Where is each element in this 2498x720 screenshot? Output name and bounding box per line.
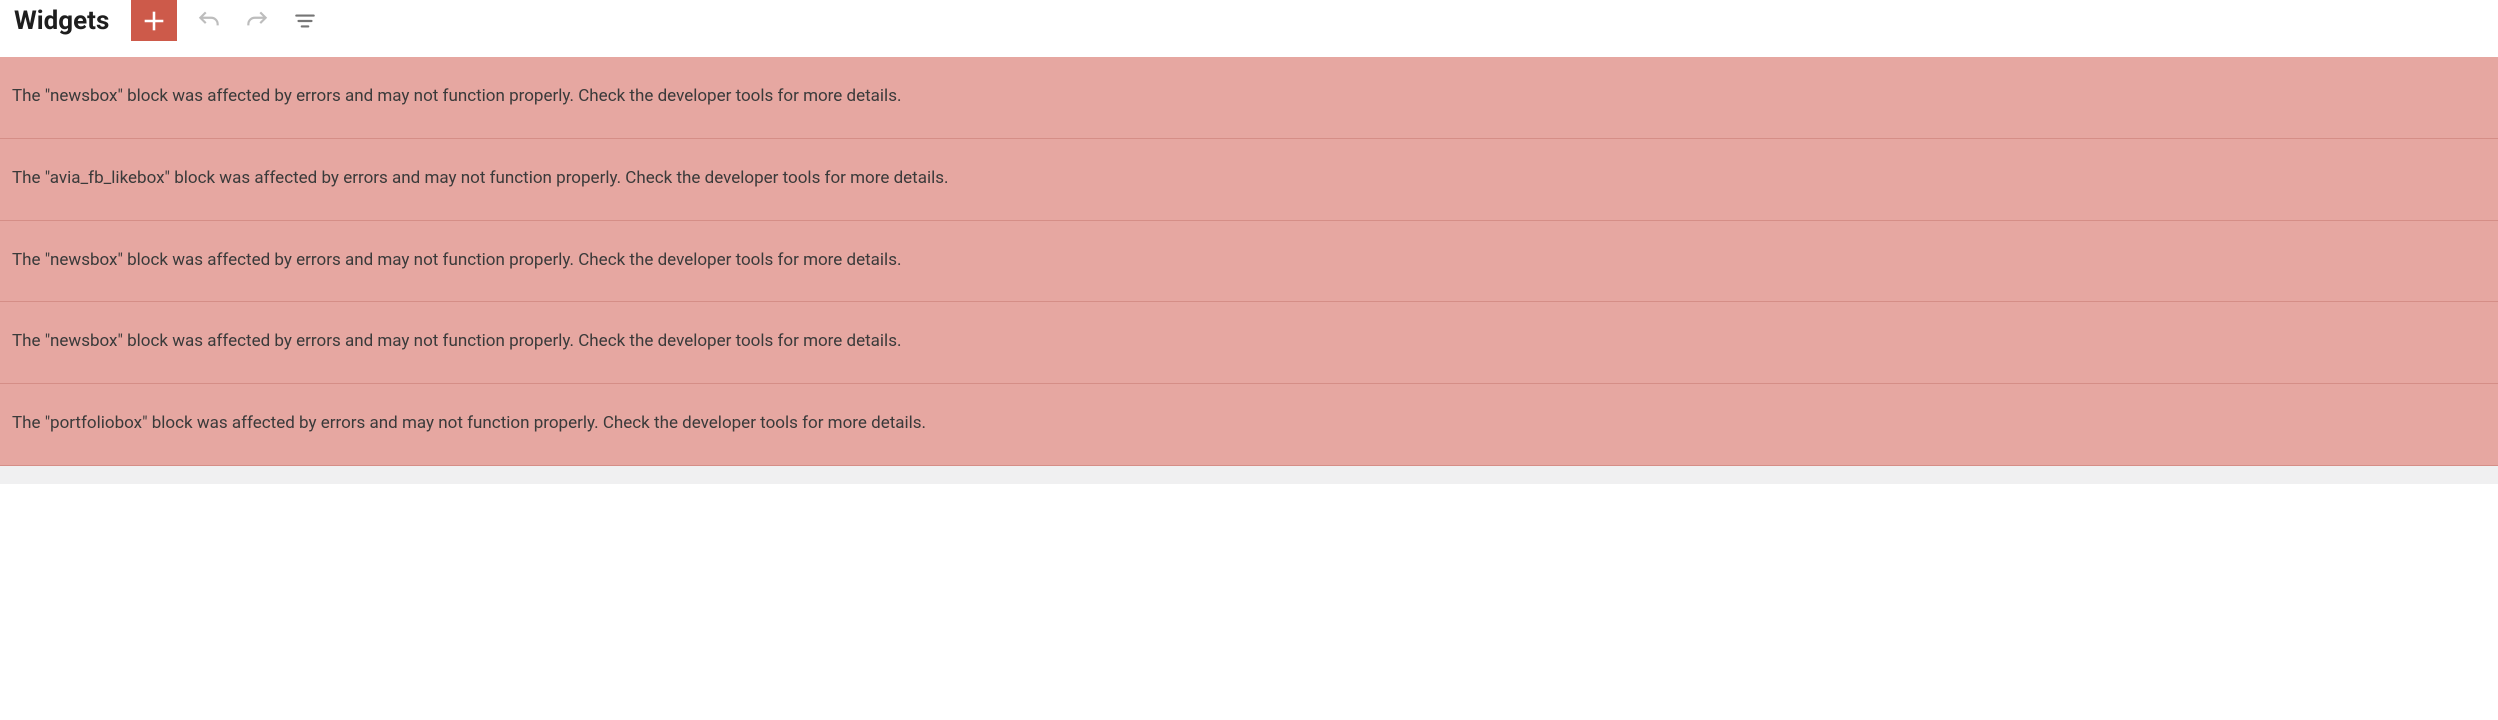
error-notices: The "newsbox" block was affected by erro… xyxy=(0,57,2498,484)
error-message: The "avia_fb_likebox" block was affected… xyxy=(12,168,949,188)
error-notice: The "newsbox" block was affected by erro… xyxy=(0,302,2498,384)
page-title: Widgets xyxy=(14,6,109,36)
error-message: The "newsbox" block was affected by erro… xyxy=(12,331,901,351)
error-message: The "newsbox" block was affected by erro… xyxy=(12,250,901,270)
undo-button[interactable] xyxy=(187,0,231,41)
redo-icon xyxy=(244,8,270,34)
error-notice: The "portfoliobox" block was affected by… xyxy=(0,384,2498,466)
error-notice: The "newsbox" block was affected by erro… xyxy=(0,221,2498,303)
error-notice: The "newsbox" block was affected by erro… xyxy=(0,57,2498,139)
plus-icon xyxy=(140,7,168,35)
error-notice: The "avia_fb_likebox" block was affected… xyxy=(0,139,2498,221)
add-block-button[interactable] xyxy=(131,0,177,41)
toolbar: Widgets xyxy=(0,0,2498,41)
error-message: The "newsbox" block was affected by erro… xyxy=(12,86,901,106)
error-message: The "portfoliobox" block was affected by… xyxy=(12,413,926,433)
list-view-icon xyxy=(292,8,318,34)
undo-icon xyxy=(196,8,222,34)
list-view-button[interactable] xyxy=(283,0,327,41)
redo-button[interactable] xyxy=(235,0,279,41)
